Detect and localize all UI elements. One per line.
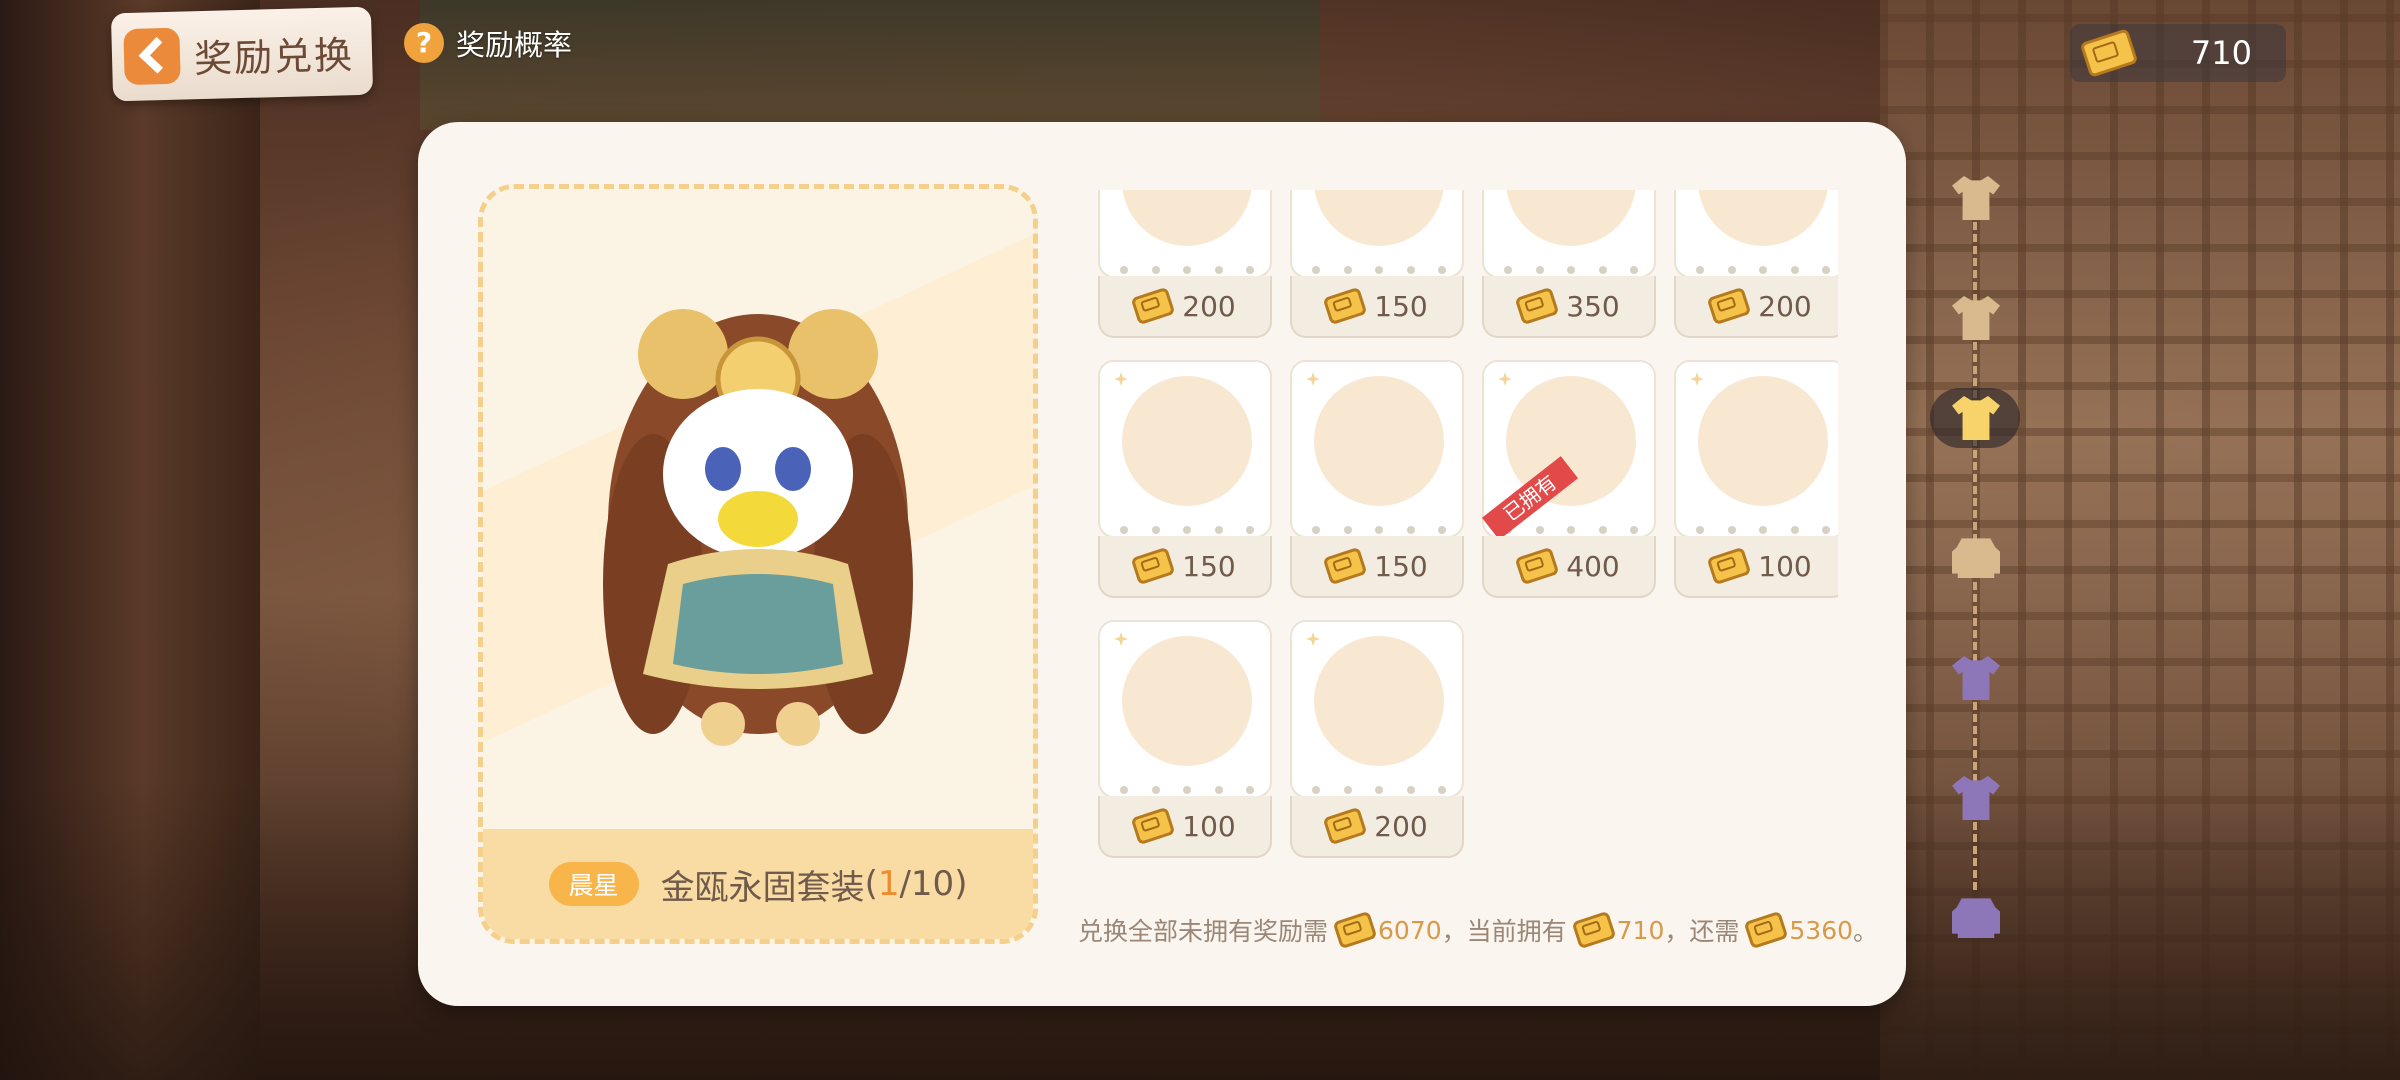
price-bar: 200: [1674, 276, 1838, 338]
suit-preview-card: 晨星 金瓯永固套装 (1/10): [478, 184, 1038, 944]
shirt-icon[interactable]: [1952, 296, 2000, 340]
ticket-icon: [1322, 546, 1368, 586]
suit-name: 金瓯永固套装: [660, 867, 865, 908]
reward-item[interactable]: 200: [1290, 620, 1464, 860]
summary-text: 。: [1853, 917, 1879, 946]
reward-item[interactable]: 200: [1098, 190, 1272, 340]
exchange-panel: 晨星 金瓯永固套装 (1/10) 200 150 350 200 150 150…: [418, 122, 1906, 1006]
ticket-icon: [1514, 286, 1560, 326]
page-title: 奖励兑换: [193, 32, 355, 81]
body-tail-icon: [1122, 636, 1252, 766]
item-price: 350: [1566, 289, 1620, 323]
item-price: 200: [1374, 809, 1428, 843]
reward-probability-label: 奖励概率: [456, 28, 573, 62]
currency-amount: 710: [2190, 34, 2252, 72]
price-bar: 350: [1482, 276, 1656, 338]
background-screen: [420, 0, 1320, 130]
summary-remain-amount: 5360: [1789, 915, 1854, 945]
price-bar: 100: [1098, 796, 1272, 858]
ticket-icon: [2079, 28, 2139, 78]
ticket-icon: [1706, 286, 1752, 326]
shoes-icon: [1698, 376, 1828, 506]
summary-text: ，还需: [1664, 917, 1740, 946]
item-price: 400: [1566, 549, 1620, 583]
price-bar: 400: [1482, 536, 1656, 598]
hairstyle-icon: [1506, 190, 1636, 246]
question-icon: ?: [404, 23, 444, 63]
currency-counter: 710: [2070, 24, 2286, 82]
price-bar: 150: [1098, 536, 1272, 598]
exchange-summary: 兑换全部未拥有奖励需 6070 ，当前拥有 710 ，还需 5360 。: [1078, 910, 1898, 950]
ticket-icon: [1571, 910, 1617, 950]
ticket-icon: [1130, 286, 1176, 326]
plush-bear-head-icon: [1122, 190, 1252, 246]
ticket-icon: [1322, 806, 1368, 846]
item-price: 100: [1182, 809, 1236, 843]
reward-item[interactable]: 100: [1674, 360, 1838, 600]
reward-item[interactable]: 350: [1482, 190, 1656, 340]
item-price: 200: [1758, 289, 1812, 323]
suit-collection-count: (1/10): [864, 864, 968, 904]
ticket-icon: [1130, 806, 1176, 846]
earrings-icon: [1314, 190, 1444, 246]
character-preview-image: [603, 309, 913, 746]
ticket-icon: [1130, 546, 1176, 586]
reward-item[interactable]: 已拥有 400: [1481, 360, 1656, 600]
shirt-icon[interactable]: [1952, 776, 2000, 820]
reward-item[interactable]: 200: [1674, 190, 1838, 340]
item-price: 200: [1182, 289, 1236, 323]
item-price: 150: [1182, 549, 1236, 583]
item-price: 100: [1758, 549, 1812, 583]
item-price: 150: [1374, 289, 1428, 323]
eyes-icon: [1698, 190, 1828, 246]
ticket-icon: [1743, 910, 1789, 950]
price-bar: 200: [1098, 276, 1272, 338]
chevron-left-icon: [123, 27, 181, 86]
price-bar: 150: [1290, 536, 1464, 598]
price-bar: 100: [1674, 536, 1838, 598]
summary-text: 兑换全部未拥有奖励需: [1078, 917, 1329, 946]
suit-info-bar: 晨星 金瓯永固套装 (1/10): [483, 829, 1033, 939]
suit-category-rail: [1930, 170, 2020, 950]
summary-need-amount: 6070: [1378, 915, 1442, 945]
summary-text: ，当前拥有: [1441, 917, 1567, 946]
reward-item[interactable]: 150: [1290, 360, 1464, 600]
price-bar: 200: [1290, 796, 1464, 858]
ticket-icon: [1332, 910, 1378, 950]
shirt-icon[interactable]: [1952, 656, 2000, 700]
reward-item[interactable]: 150: [1098, 360, 1272, 600]
sofa-icon[interactable]: [1952, 538, 2000, 578]
reward-item-grid: 200 150 350 200 150 150 已拥有 400 100 100 …: [1078, 190, 1838, 896]
sofa-icon[interactable]: [1952, 898, 2000, 938]
necklace-icon: [1314, 376, 1444, 506]
price-bar: 150: [1290, 276, 1464, 338]
shirt-icon[interactable]: [1952, 176, 2000, 220]
ticket-icon: [1706, 546, 1752, 586]
summary-have-amount: 710: [1616, 915, 1665, 945]
reward-item[interactable]: 100: [1098, 620, 1272, 860]
back-button[interactable]: 奖励兑换: [110, 6, 374, 102]
ticket-icon: [1322, 286, 1368, 326]
item-price: 150: [1374, 549, 1428, 583]
yellow-mouth-icon: [1122, 376, 1252, 506]
rarity-badge: 晨星: [548, 862, 639, 906]
reward-item[interactable]: 150: [1290, 190, 1464, 340]
ticket-icon: [1514, 546, 1560, 586]
hand-accessory-icon: [1314, 636, 1444, 766]
reward-probability-button[interactable]: ? 奖励概率: [404, 22, 572, 64]
